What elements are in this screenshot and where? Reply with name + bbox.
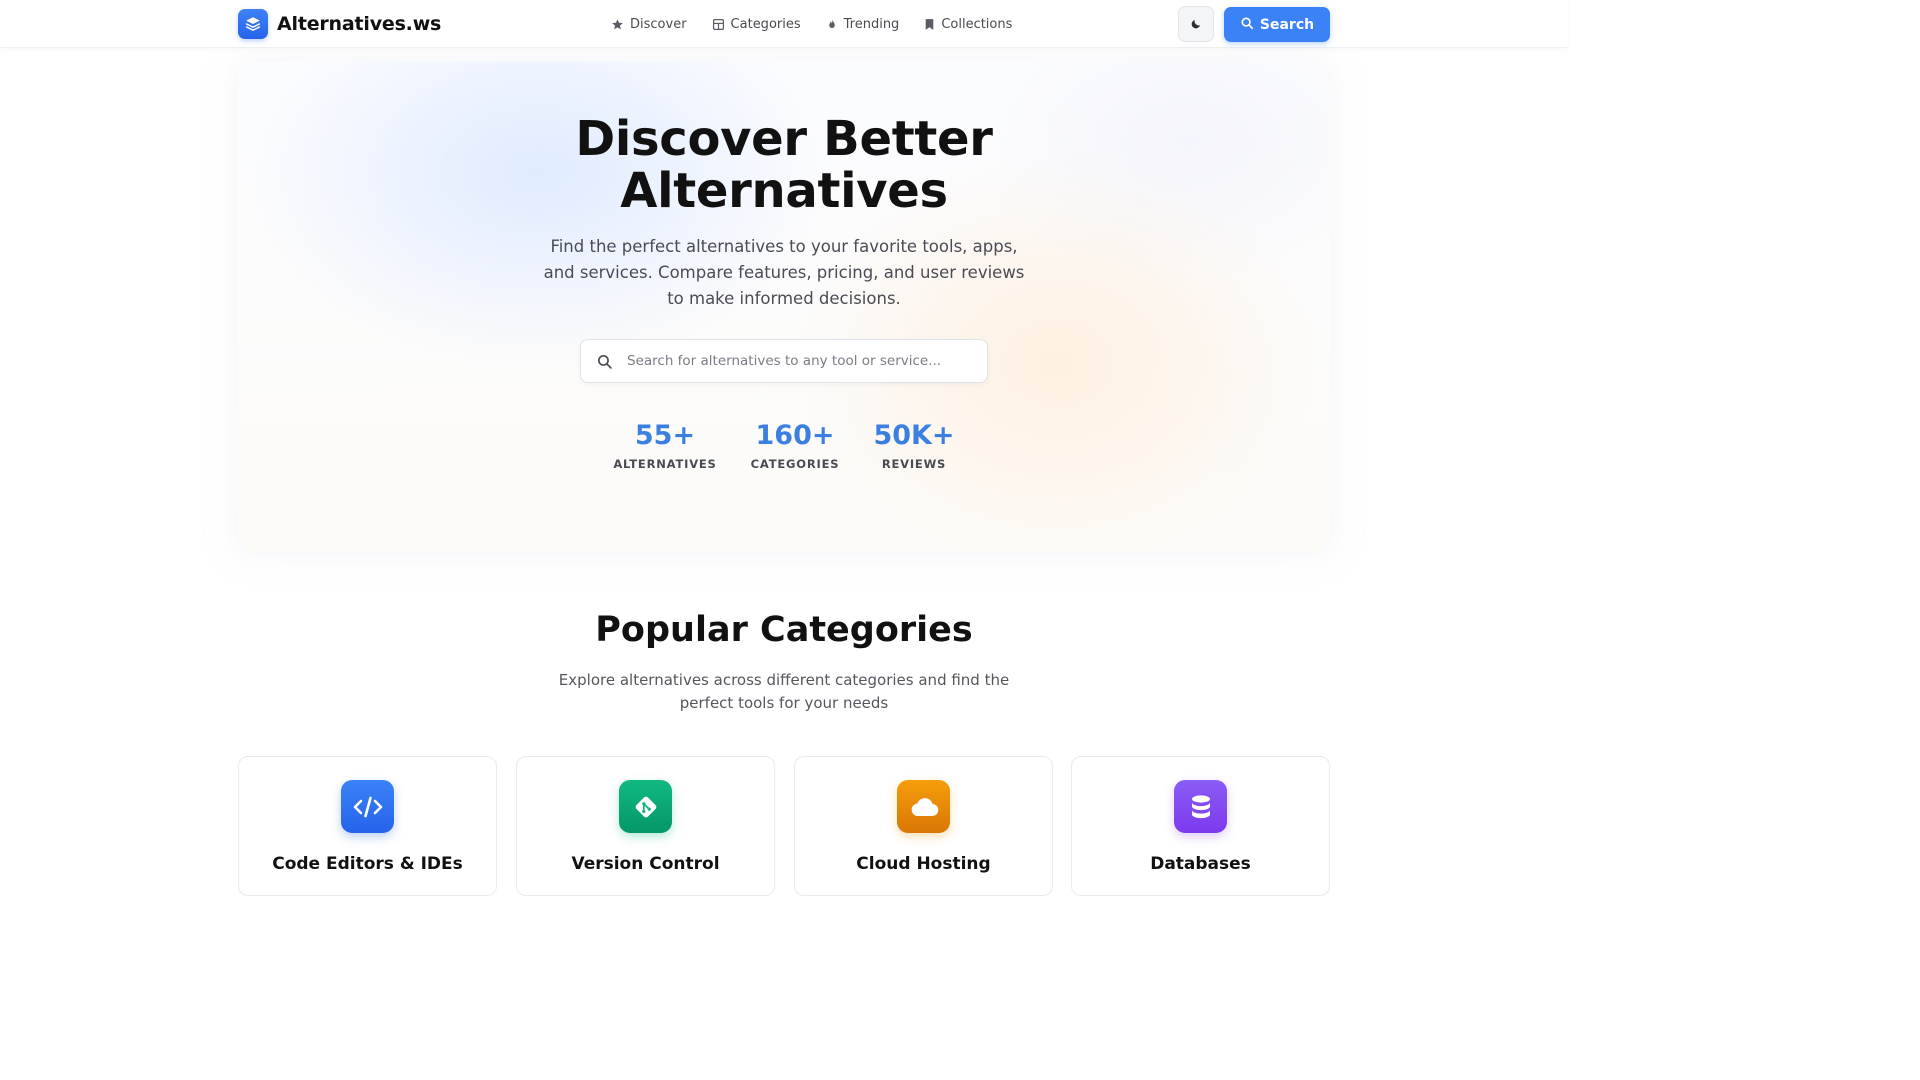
category-card-code-editors[interactable]: Code Editors & IDEs <box>238 756 497 896</box>
theme-toggle-button[interactable] <box>1178 6 1214 42</box>
top-navbar: Alternatives.ws Discover Categories Tren… <box>0 0 1568 48</box>
hero-title-line-2: Alternatives <box>620 163 948 219</box>
star-icon <box>611 18 624 31</box>
nav-categories-label: Categories <box>730 16 801 32</box>
search-button[interactable]: Search <box>1224 7 1330 42</box>
grid-icon <box>712 18 725 31</box>
stat-label: REVIEWS <box>881 457 947 471</box>
git-icon <box>619 780 672 833</box>
code-icon <box>341 780 394 833</box>
category-name: Databases <box>1150 854 1251 874</box>
stat-value: 160+ <box>755 420 835 451</box>
brand-logo-link[interactable]: Alternatives.ws <box>238 9 441 39</box>
cloud-icon <box>897 780 950 833</box>
category-name: Code Editors & IDEs <box>272 854 463 874</box>
category-card-cloud-hosting[interactable]: Cloud Hosting <box>794 756 1053 896</box>
category-name: Cloud Hosting <box>856 854 991 874</box>
stat-value: 55+ <box>634 420 696 451</box>
search-icon <box>1240 16 1254 34</box>
nav-categories[interactable]: Categories <box>712 17 801 32</box>
hero-subtitle: Find the perfect alternatives to your fa… <box>543 237 1025 308</box>
hero-title-line-1: Discover Better <box>575 111 993 167</box>
layers-icon <box>238 9 268 39</box>
stat-value: 50K+ <box>873 420 955 451</box>
popular-categories-subtitle: Explore alternatives across different ca… <box>558 671 1010 712</box>
category-card-version-control[interactable]: Version Control <box>516 756 775 896</box>
nav-discover-label: Discover <box>630 16 687 32</box>
nav-trending-label: Trending <box>843 16 900 32</box>
search-icon <box>596 353 613 374</box>
nav-trending[interactable]: Trending <box>826 16 900 32</box>
brand-name: Alternatives.ws <box>277 13 442 35</box>
nav-collections-label: Collections <box>941 16 1013 32</box>
main-nav: Discover Categories Trending Collections <box>611 0 1012 48</box>
search-button-label: Search <box>1259 16 1315 33</box>
category-name: Version Control <box>571 854 720 874</box>
stat-reviews: 50K+ REVIEWS <box>872 420 956 471</box>
hero-title: Discover Better Alternatives <box>0 113 1568 217</box>
stat-label: CATEGORIES <box>750 457 840 471</box>
nav-collections[interactable]: Collections <box>924 17 1012 32</box>
popular-categories-title: Popular Categories <box>595 610 973 650</box>
hero-search-input[interactable] <box>627 340 977 382</box>
moon-icon <box>1190 15 1202 34</box>
stat-label: ALTERNATIVES <box>613 457 717 471</box>
category-card-databases[interactable]: Databases <box>1071 756 1330 896</box>
hero-search-box <box>580 339 988 383</box>
database-icon <box>1174 780 1227 833</box>
stat-alternatives: 55+ ALTERNATIVES <box>612 420 718 471</box>
flame-icon <box>826 18 838 31</box>
nav-discover[interactable]: Discover <box>611 17 687 32</box>
stat-categories: 160+ CATEGORIES <box>749 420 841 471</box>
bookmark-icon <box>924 18 935 31</box>
